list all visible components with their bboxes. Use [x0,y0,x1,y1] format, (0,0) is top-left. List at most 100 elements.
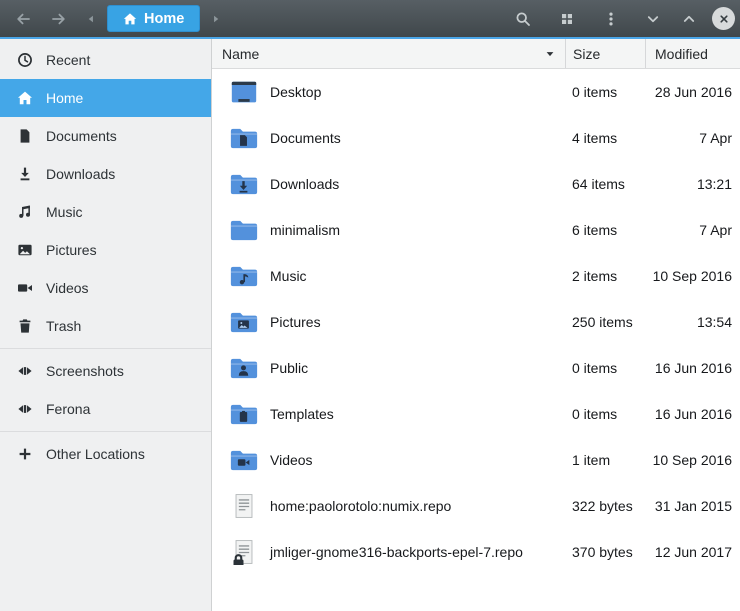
chevron-right-icon [209,12,223,26]
folder-icon [229,309,259,335]
file-modified-cell: 10 Sep 2016 [645,452,740,468]
sidebar-item-other-locations[interactable]: Other Locations [0,435,211,473]
column-header-row: Name Size Modified [212,39,740,69]
main-area: Recent Home Documents Downloads [0,39,740,611]
file-row[interactable]: Documents 4 items 7 Apr [212,115,740,161]
chevron-down-icon [645,11,661,27]
column-header-modified[interactable]: Modified [645,39,740,68]
sidebar-item-label: Home [46,90,83,106]
path-scroll-right[interactable] [209,11,223,27]
file-name-cell: Downloads [212,171,565,197]
column-header-size[interactable]: Size [565,39,645,68]
file-row[interactable]: home:paolorotolo:numix.repo 322 bytes 31… [212,483,740,529]
folder-icon [229,401,259,427]
sidebar-item-label: Recent [46,52,90,68]
file-size-cell: 6 items [565,222,645,238]
menu-button[interactable] [598,6,624,32]
file-size-cell: 1 item [565,452,645,468]
file-list-pane: Name Size Modified Desktop [212,39,740,611]
sidebar-item-ferona[interactable]: Ferona [0,390,211,428]
sidebar-drives: Screenshots Ferona [0,352,211,428]
grid-icon [559,11,575,27]
file-row[interactable]: Pictures 250 items 13:54 [212,299,740,345]
file-name-label: Desktop [270,84,321,100]
file-name-cell: Videos [212,447,565,473]
drive-icon [17,401,33,417]
home-icon [17,90,33,106]
window-collapse-button[interactable] [640,6,666,32]
sidebar-item-music[interactable]: Music [0,193,211,231]
file-modified-cell: 12 Jun 2017 [645,544,740,560]
search-button[interactable] [510,6,536,32]
sidebar-item-screenshots[interactable]: Screenshots [0,352,211,390]
sidebar-item-label: Other Locations [46,446,145,462]
file-name-label: Videos [270,452,313,468]
column-header-name[interactable]: Name [212,39,565,68]
window-controls [640,6,735,32]
sidebar-item-pictures[interactable]: Pictures [0,231,211,269]
file-name-cell: Public [212,355,565,381]
sidebar-item-home[interactable]: Home [0,79,211,117]
document-emblem-icon [237,134,250,147]
folder-icon [229,171,259,197]
file-name-label: Public [270,360,308,376]
forward-button[interactable] [46,6,72,32]
file-size-cell: 0 items [565,360,645,376]
file-size-cell: 322 bytes [565,498,645,514]
file-size-cell: 250 items [565,314,645,330]
lock-emblem-icon [231,553,246,565]
path-scroll-left[interactable] [84,11,98,27]
sidebar: Recent Home Documents Downloads [0,39,212,611]
pathbar: Home [84,5,223,32]
file-name-label: Documents [270,130,341,146]
file-row[interactable]: Music 2 items 10 Sep 2016 [212,253,740,299]
file-row[interactable]: jmliger-gnome316-backports-epel-7.repo 3… [212,529,740,575]
headerbar-actions [510,6,624,32]
file-icon [229,539,259,565]
kebab-menu-icon [603,11,619,27]
folder-icon [229,355,259,381]
window-close-button[interactable] [712,7,735,30]
view-grid-button[interactable] [554,6,580,32]
file-row[interactable]: minimalism 6 items 7 Apr [212,207,740,253]
file-name-cell: Desktop [212,79,565,105]
file-row[interactable]: Desktop 0 items 28 Jun 2016 [212,69,740,115]
sidebar-item-label: Music [46,204,83,220]
file-name-label: home:paolorotolo:numix.repo [270,498,451,514]
sidebar-item-label: Screenshots [46,363,124,379]
close-icon [717,12,731,26]
file-row[interactable]: Videos 1 item 10 Sep 2016 [212,437,740,483]
picture-emblem-icon [237,318,250,331]
sidebar-item-trash[interactable]: Trash [0,307,211,345]
file-modified-cell: 16 Jun 2016 [645,406,740,422]
sidebar-item-recent[interactable]: Recent [0,41,211,79]
back-arrow-icon [15,11,31,27]
sidebar-separator [0,431,211,432]
file-name-cell: Templates [212,401,565,427]
file-modified-cell: 31 Jan 2015 [645,498,740,514]
file-row[interactable]: Public 0 items 16 Jun 2016 [212,345,740,391]
sidebar-item-label: Ferona [46,401,90,417]
picture-icon [17,242,33,258]
chevron-left-icon [84,12,98,26]
file-modified-cell: 28 Jun 2016 [645,84,740,100]
back-button[interactable] [10,6,36,32]
sidebar-item-videos[interactable]: Videos [0,269,211,307]
file-row[interactable]: Templates 0 items 16 Jun 2016 [212,391,740,437]
sidebar-item-label: Videos [46,280,89,296]
sidebar-other: Other Locations [0,435,211,473]
sidebar-item-label: Pictures [46,242,97,258]
path-button-home[interactable]: Home [107,5,200,32]
file-row[interactable]: Downloads 64 items 13:21 [212,161,740,207]
window-restore-button[interactable] [676,6,702,32]
sidebar-item-downloads[interactable]: Downloads [0,155,211,193]
sidebar-separator [0,348,211,349]
music-icon [17,204,33,220]
headerbar: Home [0,0,740,39]
file-size-cell: 64 items [565,176,645,192]
file-modified-cell: 13:54 [645,314,740,330]
camera-emblem-icon [237,456,250,469]
sidebar-item-documents[interactable]: Documents [0,117,211,155]
file-rows: Desktop 0 items 28 Jun 2016 Documents [212,69,740,611]
sidebar-item-label: Trash [46,318,81,334]
